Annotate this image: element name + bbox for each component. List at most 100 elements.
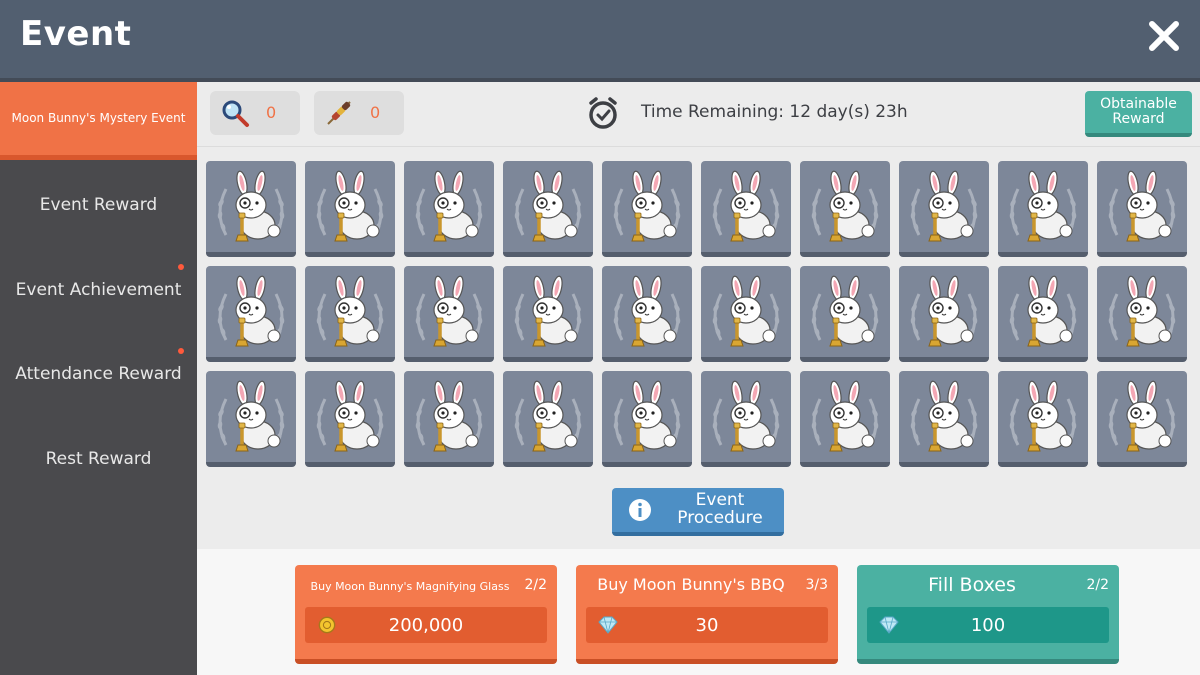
buy-bbq-button[interactable]: Buy Moon Bunny's BBQ 3/3 30 xyxy=(576,565,838,664)
fill-boxes-button[interactable]: Fill Boxes 2/2 100 xyxy=(857,565,1119,664)
purchase-count: 3/3 xyxy=(805,577,828,593)
mystery-box-tile[interactable] xyxy=(701,371,791,467)
moon-bunny-icon xyxy=(910,380,978,452)
price-value: 200,000 xyxy=(388,615,464,636)
mystery-box-tile[interactable] xyxy=(899,266,989,362)
moon-bunny-icon xyxy=(1009,275,1077,347)
moon-bunny-icon xyxy=(910,275,978,347)
moon-bunny-icon xyxy=(514,170,582,242)
mystery-box-tile[interactable] xyxy=(206,266,296,362)
moon-bunny-icon xyxy=(1009,170,1077,242)
moon-bunny-icon xyxy=(415,380,483,452)
magnifying-glass-count: 0 xyxy=(266,103,277,122)
moon-bunny-icon xyxy=(316,380,384,452)
time-remaining: Time Remaining: 12 day(s) 23h xyxy=(641,102,908,122)
sidebar-item-rest-reward[interactable]: Rest Reward xyxy=(0,449,197,469)
moon-bunny-icon xyxy=(1108,380,1176,452)
mystery-box-tile[interactable] xyxy=(206,371,296,467)
bbq-counter: 0 xyxy=(314,91,404,135)
moon-bunny-icon xyxy=(217,170,285,242)
moon-bunny-icon xyxy=(514,275,582,347)
sidebar-item-label: Rest Reward xyxy=(45,449,152,469)
purchase-label: Buy Moon Bunny's Magnifying Glass xyxy=(310,580,510,593)
mystery-box-tile[interactable] xyxy=(899,371,989,467)
moon-bunny-icon xyxy=(712,275,780,347)
alarm-clock-icon xyxy=(589,97,617,129)
mystery-box-tile[interactable] xyxy=(602,266,692,362)
mystery-box-tile[interactable] xyxy=(404,371,494,467)
moon-bunny-icon xyxy=(811,275,879,347)
main-panel: 0 0 Time Remaining: 12 day(s) 23h Obtain… xyxy=(197,82,1200,675)
mystery-box-tile[interactable] xyxy=(305,161,395,257)
mystery-box-tile[interactable] xyxy=(701,266,791,362)
magnifying-glass-icon xyxy=(222,100,249,127)
sidebar-item-moon-bunny-event[interactable]: Moon Bunny's Mystery Event xyxy=(0,82,197,160)
notification-dot xyxy=(178,348,184,354)
mystery-box-tile[interactable] xyxy=(1097,161,1187,257)
mystery-box-tile[interactable] xyxy=(998,371,1088,467)
mystery-box-tile[interactable] xyxy=(503,371,593,467)
purchase-count: 2/2 xyxy=(1086,577,1109,593)
moon-bunny-icon xyxy=(811,170,879,242)
sidebar-item-label: Attendance Reward xyxy=(15,364,182,384)
buy-magnifying-glass-button[interactable]: Buy Moon Bunny's Magnifying Glass 2/2 20… xyxy=(295,565,557,664)
sidebar-item-event-achievement[interactable]: Event Achievement xyxy=(0,280,197,300)
event-procedure-button[interactable]: Event Procedure xyxy=(612,488,784,536)
mystery-box-tile[interactable] xyxy=(503,161,593,257)
info-icon xyxy=(629,499,651,521)
mystery-box-tile[interactable] xyxy=(701,161,791,257)
moon-bunny-icon xyxy=(613,380,681,452)
price-value: 30 xyxy=(695,615,719,636)
mystery-box-tile[interactable] xyxy=(899,161,989,257)
moon-bunny-icon xyxy=(514,380,582,452)
moon-bunny-icon xyxy=(316,275,384,347)
price-box: 30 xyxy=(586,607,828,643)
moon-bunny-icon xyxy=(415,170,483,242)
bbq-count: 0 xyxy=(370,103,381,122)
mystery-box-tile[interactable] xyxy=(998,161,1088,257)
mystery-box-tile[interactable] xyxy=(800,161,890,257)
obtainable-reward-button[interactable]: Obtainable Reward xyxy=(1085,91,1192,137)
sidebar-item-attendance-reward[interactable]: Attendance Reward xyxy=(0,364,197,384)
mystery-box-tile[interactable] xyxy=(305,371,395,467)
purchase-bar: Buy Moon Bunny's Magnifying Glass 2/2 20… xyxy=(197,549,1200,675)
mystery-box-tile[interactable] xyxy=(1097,371,1187,467)
moon-bunny-icon xyxy=(613,275,681,347)
close-button[interactable] xyxy=(1144,16,1184,56)
moon-bunny-icon xyxy=(1009,380,1077,452)
mystery-box-tile[interactable] xyxy=(602,161,692,257)
moon-bunny-icon xyxy=(613,170,681,242)
moon-bunny-icon xyxy=(217,275,285,347)
mystery-box-tile[interactable] xyxy=(206,161,296,257)
purchase-label: Buy Moon Bunny's BBQ xyxy=(597,575,785,594)
header-bar: Event xyxy=(0,0,1200,82)
page-title: Event xyxy=(20,14,132,54)
obtainable-reward-label: Obtainable Reward xyxy=(1100,96,1177,127)
sidebar: Moon Bunny's Mystery Event Event Reward … xyxy=(0,82,197,675)
mystery-box-tile[interactable] xyxy=(998,266,1088,362)
magnifying-glass-counter: 0 xyxy=(210,91,300,135)
moon-bunny-icon xyxy=(811,380,879,452)
mystery-box-tile[interactable] xyxy=(1097,266,1187,362)
purchase-label: Fill Boxes xyxy=(928,574,1016,596)
notification-dot xyxy=(178,264,184,270)
moon-bunny-icon xyxy=(217,380,285,452)
price-box: 200,000 xyxy=(305,607,547,643)
mystery-box-tile[interactable] xyxy=(305,266,395,362)
mystery-box-tile[interactable] xyxy=(800,371,890,467)
mystery-box-tile[interactable] xyxy=(503,266,593,362)
price-value: 100 xyxy=(970,615,1006,636)
mystery-box-tile[interactable] xyxy=(404,161,494,257)
moon-bunny-icon xyxy=(712,380,780,452)
sidebar-item-event-reward[interactable]: Event Reward xyxy=(0,195,197,215)
moon-bunny-icon xyxy=(910,170,978,242)
mystery-box-tile[interactable] xyxy=(404,266,494,362)
mystery-box-tile[interactable] xyxy=(602,371,692,467)
close-icon xyxy=(1149,21,1179,51)
mystery-box-tile[interactable] xyxy=(800,266,890,362)
event-procedure-label: Event Procedure xyxy=(677,490,763,528)
moon-bunny-icon xyxy=(1108,170,1176,242)
mystery-box-grid xyxy=(206,161,1187,467)
event-toolbar: 0 0 Time Remaining: 12 day(s) 23h Obtain… xyxy=(197,82,1200,147)
bbq-skewer-icon xyxy=(327,101,351,125)
